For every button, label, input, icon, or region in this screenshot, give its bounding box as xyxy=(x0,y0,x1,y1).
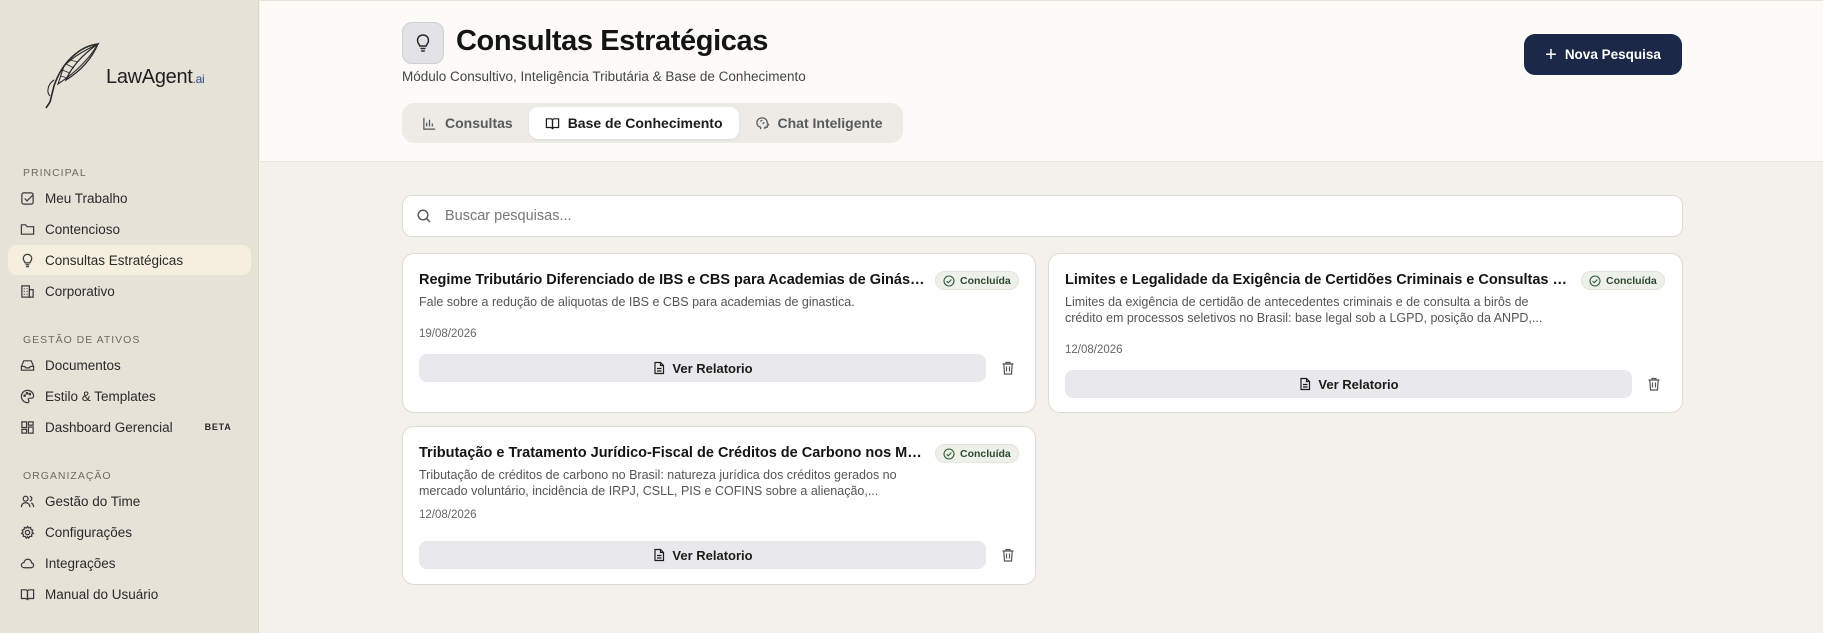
sidebar-item-label: Manual do Usuário xyxy=(45,586,159,602)
page-subtitle: Módulo Consultivo, Inteligência Tributár… xyxy=(402,69,806,84)
building-icon xyxy=(20,284,35,299)
nav-section-principal: PRINCIPAL Meu Trabalho Contencioso Consu… xyxy=(0,164,259,307)
lightbulb-icon xyxy=(402,22,444,64)
card-description: Fale sobre a redução de aliquotas de IBS… xyxy=(419,295,855,309)
status-label: Concluída xyxy=(1606,274,1657,287)
status-label: Concluída xyxy=(960,274,1011,287)
nav-heading: ORGANIZAÇÃO xyxy=(23,470,112,482)
lightbulb-icon xyxy=(20,253,35,268)
users-icon xyxy=(20,494,35,509)
status-badge: Concluída xyxy=(935,444,1019,463)
trash-icon[interactable] xyxy=(1646,376,1662,392)
card-title[interactable]: Tributação e Tratamento Jurídico-Fiscal … xyxy=(419,445,927,461)
view-report-button[interactable]: Ver Relatorio xyxy=(419,541,986,569)
trash-icon[interactable] xyxy=(1000,547,1016,563)
sidebar-item-dashboard-gerencial[interactable]: Dashboard Gerencial BETA xyxy=(8,412,251,442)
sidebar-item-label: Gestão do Time xyxy=(45,493,141,509)
status-label: Concluída xyxy=(960,447,1011,460)
quill-pen-icon xyxy=(45,42,100,109)
folder-icon xyxy=(20,222,35,237)
search-input[interactable] xyxy=(445,208,1682,224)
dashboard-icon xyxy=(20,420,35,435)
view-report-button[interactable]: Ver Relatorio xyxy=(419,354,986,382)
nav-heading: GESTÃO DE ATIVOS xyxy=(23,334,141,346)
gear-icon xyxy=(20,524,35,540)
sidebar-item-consultas-estrategicas[interactable]: Consultas Estratégicas xyxy=(8,245,251,275)
sidebar-item-label: Consultas Estratégicas xyxy=(45,252,184,268)
view-report-label: Ver Relatorio xyxy=(672,547,753,563)
research-card: Tributação e Tratamento Jurídico-Fiscal … xyxy=(402,426,1036,585)
open-book-icon xyxy=(545,116,560,131)
card-date: 12/08/2026 xyxy=(1065,344,1123,356)
card-date: 12/08/2026 xyxy=(419,509,477,521)
page-header: Consultas Estratégicas Módulo Consultivo… xyxy=(260,0,1823,162)
checkbox-icon xyxy=(20,191,35,206)
beta-badge: BETA xyxy=(204,422,232,432)
document-icon xyxy=(652,548,666,562)
sidebar: LawAgent.ai PRINCIPAL Meu Trabalho Conte… xyxy=(0,0,259,633)
trash-icon[interactable] xyxy=(1000,360,1016,376)
check-circle-icon xyxy=(943,447,955,460)
card-description: Tributação de créditos de carbono no Bra… xyxy=(419,468,897,498)
nav-heading: PRINCIPAL xyxy=(23,167,87,179)
sidebar-item-contencioso[interactable]: Contencioso xyxy=(8,214,251,244)
tab-bar: Consultas Base de Conhecimento Chat Inte… xyxy=(402,103,903,143)
check-circle-icon xyxy=(943,274,955,287)
card-title[interactable]: Limites e Legalidade da Exigência de Cer… xyxy=(1065,272,1573,288)
status-badge: Concluída xyxy=(935,271,1019,290)
check-circle-icon xyxy=(1589,274,1601,287)
tab-consultas[interactable]: Consultas xyxy=(406,107,529,139)
sidebar-item-label: Integrações xyxy=(45,555,116,571)
brand-logo[interactable]: LawAgent.ai xyxy=(40,40,205,110)
sidebar-item-meu-trabalho[interactable]: Meu Trabalho xyxy=(8,183,251,213)
tab-label: Consultas xyxy=(445,115,513,131)
inbox-icon xyxy=(20,358,35,373)
sidebar-item-corporativo[interactable]: Corporativo xyxy=(8,276,251,306)
document-icon xyxy=(652,361,666,375)
sidebar-item-label: Contencioso xyxy=(45,221,121,237)
sidebar-item-label: Documentos xyxy=(45,357,121,373)
new-search-label: Nova Pesquisa xyxy=(1564,47,1661,62)
document-icon xyxy=(1298,377,1312,391)
tab-label: Base de Conhecimento xyxy=(567,115,723,131)
status-badge: Concluída xyxy=(1581,271,1665,290)
search-icon xyxy=(416,208,432,224)
plus-icon: + xyxy=(1545,43,1557,66)
sidebar-item-label: Dashboard Gerencial xyxy=(45,419,173,435)
sidebar-item-label: Corporativo xyxy=(45,283,115,299)
tab-chat-inteligente[interactable]: Chat Inteligente xyxy=(739,107,899,139)
sidebar-item-configuracoes[interactable]: Configurações xyxy=(8,517,251,547)
research-card: Regime Tributário Diferenciado de IBS e … xyxy=(402,253,1036,413)
sidebar-item-integracoes[interactable]: Integrações xyxy=(8,548,251,578)
research-card: Limites e Legalidade da Exigência de Cer… xyxy=(1048,253,1683,413)
brand-name: LawAgent.ai xyxy=(106,65,205,88)
brain-icon xyxy=(755,116,770,131)
sidebar-item-manual-do-usuario[interactable]: Manual do Usuário xyxy=(8,579,251,609)
palette-icon xyxy=(20,389,35,404)
view-report-label: Ver Relatorio xyxy=(672,360,753,376)
tab-label: Chat Inteligente xyxy=(777,115,883,131)
sidebar-item-estilo-templates[interactable]: Estilo & Templates xyxy=(8,381,251,411)
nav-section-organizacao: ORGANIZAÇÃO Gestão do Time Configurações… xyxy=(0,467,259,610)
new-search-button[interactable]: + Nova Pesquisa xyxy=(1524,34,1682,75)
sidebar-item-label: Estilo & Templates xyxy=(45,388,156,404)
search-bar xyxy=(402,195,1683,237)
tab-base-de-conhecimento[interactable]: Base de Conhecimento xyxy=(528,107,739,139)
card-date: 19/08/2026 xyxy=(419,328,477,340)
view-report-label: Ver Relatorio xyxy=(1318,376,1399,392)
sidebar-item-label: Configurações xyxy=(45,524,133,540)
book-icon xyxy=(20,587,35,602)
bar-chart-icon xyxy=(422,116,437,131)
sidebar-item-label: Meu Trabalho xyxy=(45,190,128,206)
sidebar-item-documentos[interactable]: Documentos xyxy=(8,350,251,380)
nav-section-gestao-de-ativos: GESTÃO DE ATIVOS Documentos Estilo & Tem… xyxy=(0,331,259,443)
view-report-button[interactable]: Ver Relatorio xyxy=(1065,370,1632,398)
card-title[interactable]: Regime Tributário Diferenciado de IBS e … xyxy=(419,272,927,288)
cloud-icon xyxy=(20,556,35,571)
card-description: Limites da exigência de certidão de ante… xyxy=(1065,295,1543,325)
page-title: Consultas Estratégicas xyxy=(456,25,768,57)
sidebar-item-gestao-do-time[interactable]: Gestão do Time xyxy=(8,486,251,516)
